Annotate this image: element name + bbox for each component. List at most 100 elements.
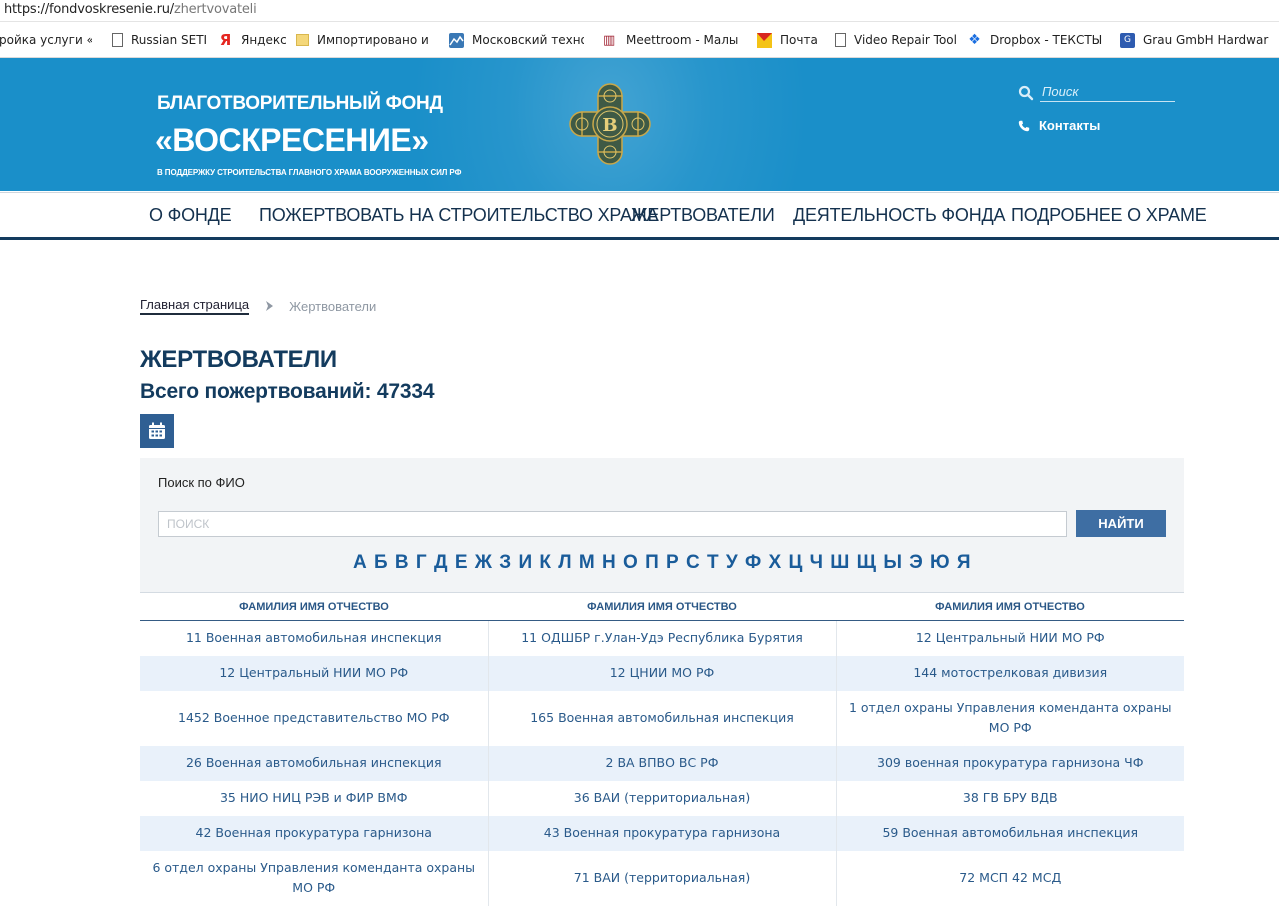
bookmark-item[interactable]: Импортировано из I	[296, 31, 429, 49]
url-text[interactable]: https://fondvoskresenie.ru/zhertvovateli	[4, 2, 257, 17]
alphabet-letter[interactable]: Л	[558, 552, 572, 573]
brand-line2[interactable]: «ВОСКРЕСЕНИЕ»	[155, 122, 429, 159]
alphabet-letter[interactable]: Ы	[883, 552, 902, 573]
alphabet-letter[interactable]: Г	[416, 552, 427, 573]
calendar-icon	[149, 422, 165, 439]
bookmark-item[interactable]: ❖ Dropbox - ТЕКСТЫ К	[967, 31, 1102, 49]
donor-cell[interactable]: 12 ЦНИИ МО РФ	[488, 655, 837, 691]
alphabet-letter[interactable]: К	[539, 552, 551, 573]
bookmark-item[interactable]: Почта	[757, 31, 818, 49]
chevron-right-icon	[266, 301, 274, 311]
alphabet-letter[interactable]: П	[645, 552, 659, 573]
bookmark-item[interactable]: ▥ Meettroom - Малый	[603, 31, 738, 49]
nav-activity[interactable]: ДЕЯТЕЛЬНОСТЬ ФОНДА	[793, 205, 1006, 226]
nav-donate[interactable]: ПОЖЕРТВОВАТЬ НА СТРОИТЕЛЬСТВО ХРАМА	[259, 205, 659, 226]
calendar-button[interactable]	[140, 414, 174, 448]
donor-cell[interactable]: 11 ОДШБР г.Улан-Удэ Республика Бурятия	[488, 620, 837, 656]
search-icon[interactable]	[1018, 85, 1034, 101]
donor-cell[interactable]: 71 ВАИ (территориальная)	[488, 850, 837, 906]
alphabet-letter[interactable]: Э	[909, 552, 923, 573]
donor-cell[interactable]: 59 Военная автомобильная инспекция	[836, 815, 1184, 851]
donor-cell[interactable]: 42 Военная прокуратура гарнизона	[140, 815, 489, 851]
meettroom-icon: ▥	[603, 32, 616, 48]
donor-cell[interactable]: 1452 Военное представительство МО РФ	[140, 690, 489, 746]
alphabet-letter[interactable]: Б	[374, 552, 388, 573]
nav-temple[interactable]: ПОДРОБНЕЕ О ХРАМЕ	[1011, 205, 1207, 226]
breadcrumb-home-link[interactable]: Главная страница	[140, 297, 250, 315]
bookmark-item[interactable]: Russian SETI	[110, 31, 207, 49]
table-header-row: ФАМИЛИЯ ИМЯ ОТЧЕСТВО ФАМИЛИЯ ИМЯ ОТЧЕСТВ…	[140, 592, 1184, 621]
donor-cell[interactable]: 12 Центральный НИИ МО РФ	[140, 655, 489, 691]
donor-cell[interactable]: 26 Военная автомобильная инспекция	[140, 745, 489, 781]
bookmark-item[interactable]: Video Repair Tool	[833, 31, 957, 49]
brand-line1[interactable]: БЛАГОТВОРИТЕЛЬНЫЙ ФОНД	[157, 93, 443, 115]
alphabet-letter[interactable]: А	[353, 552, 367, 573]
alphabet-letter[interactable]: Н	[602, 552, 616, 573]
donor-cell[interactable]: 309 военная прокуратура гарнизона ЧФ	[836, 745, 1184, 781]
site-header: БЛАГОТВОРИТЕЛЬНЫЙ ФОНД «ВОСКРЕСЕНИЕ» В П…	[0, 58, 1279, 191]
donor-cell[interactable]: 72 МСП 42 МСД	[836, 850, 1184, 906]
alphabet-letter[interactable]: Е	[455, 552, 468, 573]
main-nav: О ФОНДЕ ПОЖЕРТВОВАТЬ НА СТРОИТЕЛЬСТВО ХР…	[0, 192, 1279, 240]
alphabet-letter[interactable]: У	[726, 552, 738, 573]
page-icon	[835, 33, 846, 47]
phone-icon	[1018, 120, 1030, 131]
bookmark-item[interactable]: Московский техноло	[449, 31, 584, 49]
alphabet-letter[interactable]: Д	[434, 552, 448, 573]
contacts-link[interactable]: Контакты	[1018, 118, 1100, 133]
alphabet-letter[interactable]: О	[623, 552, 638, 573]
header-search-input[interactable]	[1040, 82, 1175, 102]
yandex-icon: Я	[219, 30, 232, 49]
bookmark-item[interactable]: Я Яндекс	[218, 31, 287, 49]
donor-cell[interactable]: 11 Военная автомобильная инспекция	[140, 620, 489, 656]
breadcrumb-current: Жертвователи	[289, 298, 377, 314]
donor-cell[interactable]: 165 Военная автомобильная инспекция	[488, 690, 837, 746]
alphabet-letter[interactable]: Т	[707, 552, 719, 573]
table-row: 6 отдел охраны Управления коменданта охр…	[140, 850, 1184, 906]
donor-cell[interactable]: 1 отдел охраны Управления коменданта охр…	[836, 690, 1184, 746]
bookmark-item[interactable]: тройка услуги «С	[0, 31, 92, 49]
donations-total: Всего пожертвований: 47334	[140, 380, 435, 403]
donor-cell[interactable]: 2 ВА ВПВО ВС РФ	[488, 745, 837, 781]
mail-icon	[757, 32, 772, 48]
alphabet-letter[interactable]: Щ	[857, 552, 877, 573]
table-row: 1452 Военное представительство МО РФ 165…	[140, 690, 1184, 746]
donor-cell[interactable]: 35 НИО НИЦ РЭВ и ФИР ВМФ	[140, 780, 489, 816]
donors-table: ФАМИЛИЯ ИМЯ ОТЧЕСТВО ФАМИЛИЯ ИМЯ ОТЧЕСТВ…	[140, 592, 1184, 906]
find-button[interactable]: НАЙТИ	[1076, 510, 1166, 537]
alphabet-letter[interactable]: Я	[957, 552, 971, 573]
donor-cell[interactable]: 6 отдел охраны Управления коменданта охр…	[140, 850, 489, 906]
table-row: 35 НИО НИЦ РЭВ и ФИР ВМФ 36 ВАИ (террито…	[140, 780, 1184, 816]
brand-tagline: В ПОДДЕРЖКУ СТРОИТЕЛЬСТВА ГЛАВНОГО ХРАМА…	[157, 168, 462, 177]
donor-cell[interactable]: 38 ГВ БРУ ВДВ	[836, 780, 1184, 816]
fio-search-input[interactable]	[158, 511, 1067, 537]
nav-donors[interactable]: ЖЕРТВОВАТЕЛИ	[631, 205, 775, 226]
alphabet-letter[interactable]: М	[579, 552, 595, 573]
contacts-label: Контакты	[1039, 118, 1101, 133]
alphabet-letter[interactable]: Ц	[788, 552, 802, 573]
alphabet-letter[interactable]: З	[499, 552, 511, 573]
alphabet-letter[interactable]: Ф	[745, 552, 762, 573]
alphabet-letter[interactable]: Х	[769, 552, 782, 573]
table-row: 11 Военная автомобильная инспекция 11 ОД…	[140, 620, 1184, 656]
foundation-logo-icon[interactable]: В	[568, 82, 652, 166]
mt-icon	[449, 32, 464, 48]
alphabet-letter[interactable]: Ю	[930, 552, 950, 573]
alphabet-letter[interactable]: С	[686, 552, 700, 573]
alphabet-letter[interactable]: Ш	[830, 552, 850, 573]
alphabet-filter: А Б В Г Д Е Ж З И К Л М Н О П Р С Т У Ф …	[140, 552, 1184, 574]
fio-search-panel: Поиск по ФИО НАЙТИ А Б В Г Д Е Ж З И К Л…	[140, 458, 1184, 592]
bookmark-item[interactable]: G Grau GmbH Hardwar	[1120, 31, 1279, 49]
nav-about[interactable]: О ФОНДЕ	[149, 205, 232, 226]
alphabet-letter[interactable]: Р	[666, 552, 679, 573]
alphabet-letter[interactable]: И	[518, 552, 532, 573]
donor-cell[interactable]: 12 Центральный НИИ МО РФ	[836, 620, 1184, 656]
alphabet-letter[interactable]: Ж	[475, 552, 493, 573]
donor-cell[interactable]: 144 мотострелковая дивизия	[836, 655, 1184, 691]
browser-address-bar[interactable]: https://fondvoskresenie.ru/zhertvovateli	[0, 0, 1279, 22]
table-row: 42 Военная прокуратура гарнизона 43 Воен…	[140, 815, 1184, 851]
donor-cell[interactable]: 43 Военная прокуратура гарнизона	[488, 815, 837, 851]
alphabet-letter[interactable]: Ч	[810, 552, 824, 573]
alphabet-letter[interactable]: В	[395, 552, 409, 573]
donor-cell[interactable]: 36 ВАИ (территориальная)	[488, 780, 837, 816]
